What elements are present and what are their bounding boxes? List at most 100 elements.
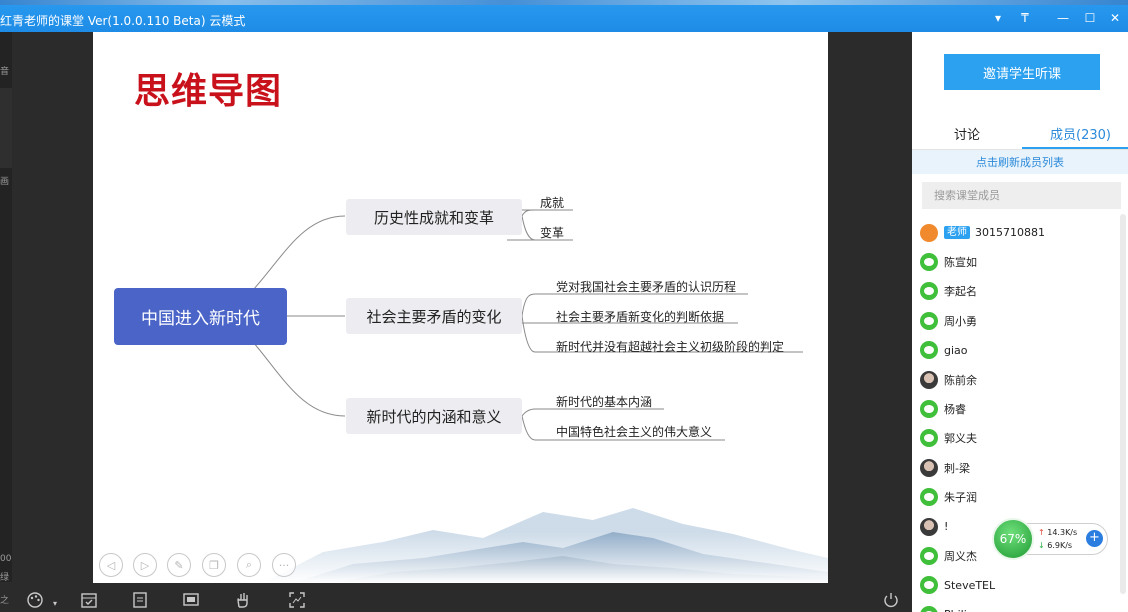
- more-icon[interactable]: ···: [272, 553, 296, 577]
- wechat-icon: [920, 605, 938, 612]
- wechat-icon: [920, 576, 938, 595]
- member-name: 杨睿: [944, 403, 966, 417]
- mindmap-leaf-node: 社会主要矛盾新变化的判断依据: [556, 309, 725, 324]
- avatar: [920, 517, 938, 536]
- left-side-strip: 音 画 00 绿 之: [0, 32, 12, 606]
- teacher-avatar: [920, 223, 938, 242]
- mindmap-branch-node: 新时代的内涵和意义: [346, 398, 522, 434]
- arrow-up-icon: ↑: [1038, 528, 1045, 537]
- mindmap-branch-node: 历史性成就和变革: [346, 199, 522, 235]
- member-name: 刺-梁: [944, 461, 970, 475]
- member-row[interactable]: 郭义夫: [920, 424, 1120, 453]
- mindmap-leaf-node: 成就: [540, 195, 565, 210]
- upload-speed-value: 14.3K/s: [1047, 528, 1078, 537]
- member-name: 李起名: [944, 285, 977, 299]
- power-icon[interactable]: [882, 591, 900, 609]
- dropdown-icon[interactable]: ▾: [989, 10, 1007, 26]
- member-name: Philip: [944, 608, 974, 612]
- maximize-button[interactable]: ☐: [1081, 10, 1099, 26]
- member-row[interactable]: 朱子润: [920, 483, 1120, 512]
- arrow-down-icon: ↓: [1038, 541, 1045, 550]
- screen-icon[interactable]: [182, 591, 200, 609]
- pages-icon[interactable]: ❐: [202, 553, 226, 577]
- member-list-scrollbar[interactable]: [1120, 214, 1126, 594]
- left-strip-label: 绿: [0, 573, 10, 583]
- left-strip-label: 音: [0, 67, 10, 77]
- palette-icon[interactable]: [26, 591, 44, 609]
- mindmap-branch-node: 社会主要矛盾的变化: [346, 298, 522, 334]
- refresh-member-list-button[interactable]: 点击刷新成员列表: [912, 150, 1128, 174]
- minimize-button[interactable]: —: [1054, 10, 1072, 26]
- member-row[interactable]: 刺-梁: [920, 453, 1120, 482]
- mindmap-root-node: 中国进入新时代: [114, 288, 287, 345]
- member-row[interactable]: Philip: [920, 600, 1120, 612]
- connector-root-b1: [252, 215, 346, 291]
- member-search-input[interactable]: [922, 182, 1121, 209]
- member-row[interactable]: 陈宣如: [920, 247, 1120, 276]
- wechat-icon: [920, 429, 938, 448]
- mindmap-leaf-node: 变革: [540, 225, 565, 240]
- tab-discussion[interactable]: 讨论: [954, 124, 980, 143]
- mindmap-leaf-node: 新时代并没有超越社会主义初级阶段的判定: [556, 339, 785, 354]
- presentation-slide: 思维导图 中国进入新时代 历史性成就和变革 社会主要矛盾的变化 新时代的内涵和意…: [93, 32, 828, 583]
- connector-root-b3: [252, 341, 346, 417]
- left-strip-label: 画: [0, 177, 10, 187]
- wechat-icon: [920, 253, 938, 272]
- member-row[interactable]: SteveTEL: [920, 571, 1120, 600]
- member-row[interactable]: 老师 3015710881: [920, 218, 1120, 247]
- note-icon[interactable]: [131, 591, 149, 609]
- left-strip-label: 之: [0, 596, 10, 606]
- mindmap-leaf-node: 新时代的基本内涵: [556, 394, 653, 409]
- connector-b2-l3: [521, 315, 536, 353]
- wechat-icon: [920, 341, 938, 360]
- member-name: 陈宣如: [944, 256, 977, 270]
- avatar: [920, 458, 938, 477]
- connector-b1-l1: [521, 209, 536, 217]
- prev-page-button[interactable]: ◁: [99, 553, 123, 577]
- member-row[interactable]: 李起名: [920, 277, 1120, 306]
- member-name: 陈前余: [944, 373, 977, 387]
- zoom-icon[interactable]: ⌕: [237, 553, 261, 577]
- pen-icon[interactable]: ✎: [167, 553, 191, 577]
- download-speed: ↓ 6.9K/s: [1038, 541, 1072, 550]
- plus-icon[interactable]: +: [1086, 530, 1103, 547]
- upload-speed: ↑ 14.3K/s: [1038, 528, 1077, 537]
- connector-b3-l2: [521, 415, 536, 441]
- connector-b2-l1: [521, 293, 536, 317]
- bottom-toolbar: ▾: [12, 583, 912, 612]
- member-name: 3015710881: [975, 226, 1045, 240]
- member-name: SteveTEL: [944, 578, 996, 592]
- hand-icon[interactable]: [234, 591, 252, 609]
- pin-icon[interactable]: ₸: [1016, 10, 1034, 26]
- left-strip-panel: [0, 88, 12, 168]
- chevron-down-icon[interactable]: ▾: [46, 594, 64, 612]
- connector-b1-l2: [521, 215, 536, 241]
- window-title: 红青老师的课堂 Ver(1.0.0.110 Beta) 云模式: [0, 14, 246, 28]
- network-speed-widget[interactable]: 67% ↑ 14.3K/s ↓ 6.9K/s +: [992, 518, 1108, 560]
- teacher-badge: 老师: [944, 226, 970, 240]
- screenshot-icon[interactable]: [288, 591, 306, 609]
- member-row[interactable]: giao: [920, 336, 1120, 365]
- wechat-icon: [920, 282, 938, 301]
- network-usage-indicator: 67%: [992, 518, 1034, 560]
- member-row[interactable]: 陈前余: [920, 365, 1120, 394]
- next-page-button[interactable]: ▷: [133, 553, 157, 577]
- close-button[interactable]: ✕: [1106, 10, 1124, 26]
- title-bar: 红青老师的课堂 Ver(1.0.0.110 Beta) 云模式 ▾ ₸ — ☐ …: [0, 0, 1128, 32]
- mindmap-leaf-node: 中国特色社会主义的伟大意义: [556, 424, 713, 439]
- member-row[interactable]: 杨睿: [920, 394, 1120, 423]
- member-row[interactable]: 周小勇: [920, 306, 1120, 335]
- left-strip-label: 00: [0, 554, 12, 564]
- invite-students-button[interactable]: 邀请学生听课: [944, 54, 1100, 90]
- mindmap-leaf-node: 党对我国社会主要矛盾的认识历程: [556, 279, 737, 294]
- app-window: 红青老师的课堂 Ver(1.0.0.110 Beta) 云模式 ▾ ₸ — ☐ …: [0, 0, 1128, 612]
- wechat-icon: [920, 311, 938, 330]
- member-name: 郭义夫: [944, 432, 977, 446]
- avatar: [920, 370, 938, 389]
- member-name: !: [944, 520, 949, 534]
- tab-members[interactable]: 成员(230): [1050, 124, 1111, 143]
- wechat-icon: [920, 400, 938, 419]
- wechat-icon: [920, 488, 938, 507]
- member-name: 朱子润: [944, 491, 977, 505]
- calendar-check-icon[interactable]: [80, 591, 98, 609]
